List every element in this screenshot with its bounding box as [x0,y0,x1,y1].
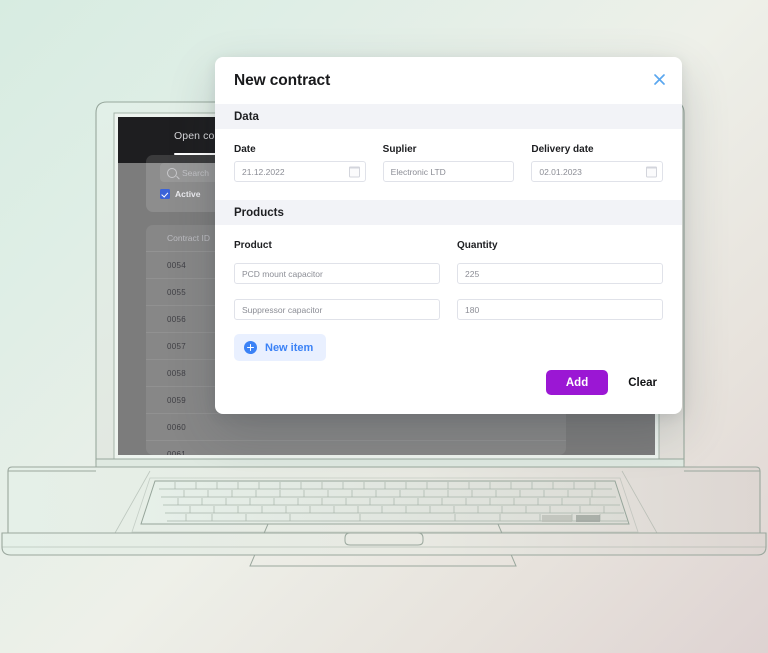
new-contract-modal: New contract Data Date 21.12.2022 Suplie… [215,57,682,414]
field-date: Date [234,144,366,182]
calendar-icon[interactable] [646,166,658,177]
section-header-data: Data [215,104,682,129]
column-label-quantity: Quantity [457,240,498,251]
date-input[interactable] [234,161,366,182]
app-search-placeholder: Search [182,167,209,178]
product-row [234,263,663,284]
clear-button[interactable]: Clear [622,377,663,389]
field-date-label: Date [234,144,256,155]
modal-header: New contract [215,57,682,104]
data-section-body: Date Suplier Delivery date [215,129,682,182]
suplier-input[interactable] [382,161,515,182]
new-item-button-label: New item [265,341,314,354]
product-row [234,299,663,320]
product-name-input[interactable] [234,263,440,284]
new-item-button[interactable]: New item [234,334,327,361]
delivery-date-input[interactable] [531,161,664,182]
product-quantity-input[interactable] [457,299,663,320]
close-icon[interactable] [649,69,669,89]
data-fields-row: Date Suplier Delivery date [234,144,664,182]
products-section-body: Product Quantity PCD mount capacitor 225… [215,225,682,361]
app-filter-active-label: Active [175,189,201,199]
field-suplier-label: Suplier [382,144,417,155]
add-button[interactable]: Add [545,370,609,395]
calendar-icon[interactable] [348,166,360,177]
field-delivery-date-label: Delivery date [531,144,594,155]
page-title: New contract [234,71,331,89]
table-row[interactable]: 0060 [146,414,566,441]
section-header-products: Products [215,200,682,225]
search-icon [167,167,177,178]
screenshot-stage: Open contracts Search Active Contract ID… [0,0,768,653]
field-delivery-date: Delivery date [531,144,664,182]
app-filter-active[interactable]: Active [160,189,201,199]
modal-action-buttons: Add Clear [545,370,663,395]
column-label-product: Product [234,240,272,251]
checkbox-icon-checked[interactable] [160,189,170,199]
products-column-headers: Product Quantity [234,240,663,257]
section-header-data-label: Data [234,110,259,123]
section-header-products-label: Products [234,206,284,219]
product-quantity-input[interactable] [457,263,663,284]
field-suplier: Suplier [382,144,515,182]
table-row[interactable]: 0061 [146,441,566,456]
plus-circle-icon [244,341,257,354]
product-name-input[interactable] [234,299,440,320]
